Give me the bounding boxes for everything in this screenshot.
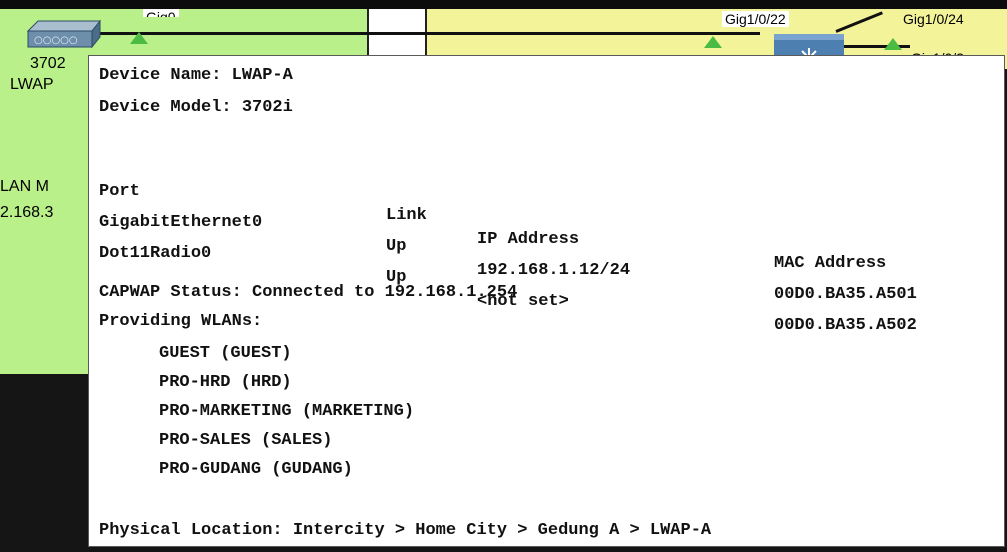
- device-info-tooltip: Device Name: LWAP-A Device Model: 3702i …: [88, 55, 1005, 547]
- link-cable[interactable]: [100, 32, 760, 35]
- row-mac-address: 00D0.BA35.A501: [774, 285, 917, 304]
- link-up-indicator-icon: [884, 38, 902, 50]
- ap-name-fragment: LWAP: [10, 76, 54, 93]
- lan-label-fragment: LAN M: [0, 178, 49, 195]
- port-table-header: Port Link IP Address MAC Address: [89, 156, 1004, 273]
- device-name-line: Device Name: LWAP-A: [99, 66, 293, 85]
- list-item: GUEST (GUEST): [159, 344, 292, 363]
- header-mac-address: MAC Address: [774, 254, 887, 273]
- list-item: PRO-SALES (SALES): [159, 431, 333, 450]
- port-label-gig0: Gig0: [143, 9, 179, 17]
- ap-model-fragment: 3702: [30, 55, 66, 72]
- device-model-line: Device Model: 3702i: [99, 98, 293, 117]
- workspace-top-edge: [0, 0, 1007, 9]
- physical-location-line: Physical Location: Intercity > Home City…: [99, 521, 712, 540]
- row-ip-address: 192.168.1.12/24: [477, 261, 631, 280]
- list-item: PRO-GUDANG (GUDANG): [159, 460, 353, 479]
- table-row: Dot11Radio0 Up <not set> 00D0.BA35.A502: [89, 218, 1004, 335]
- capwap-status-line: CAPWAP Status: Connected to 192.168.1.25…: [99, 283, 518, 302]
- link-up-indicator-icon: [130, 32, 148, 44]
- port-label-gig1-0-24: Gig1/0/24: [903, 11, 964, 27]
- list-item: PRO-HRD (HRD): [159, 373, 292, 392]
- list-item: PRO-MARKETING (MARKETING): [159, 402, 415, 421]
- link-up-indicator-icon: [704, 36, 722, 48]
- ip-fragment: 2.168.3: [0, 204, 54, 221]
- row-mac-address: 00D0.BA35.A502: [774, 316, 917, 335]
- wlans-heading: Providing WLANs:: [99, 312, 263, 331]
- port-label-gig1-0-22: Gig1/0/22: [722, 11, 789, 27]
- table-row: GigabitEthernet0 Up 192.168.1.12/24 00D0…: [89, 187, 1004, 304]
- access-point-icon[interactable]: ○○○○○: [22, 13, 102, 53]
- row-port: Dot11Radio0: [99, 244, 212, 263]
- dark-canvas-area: [0, 374, 88, 552]
- svg-text:○○○○○: ○○○○○: [34, 35, 78, 46]
